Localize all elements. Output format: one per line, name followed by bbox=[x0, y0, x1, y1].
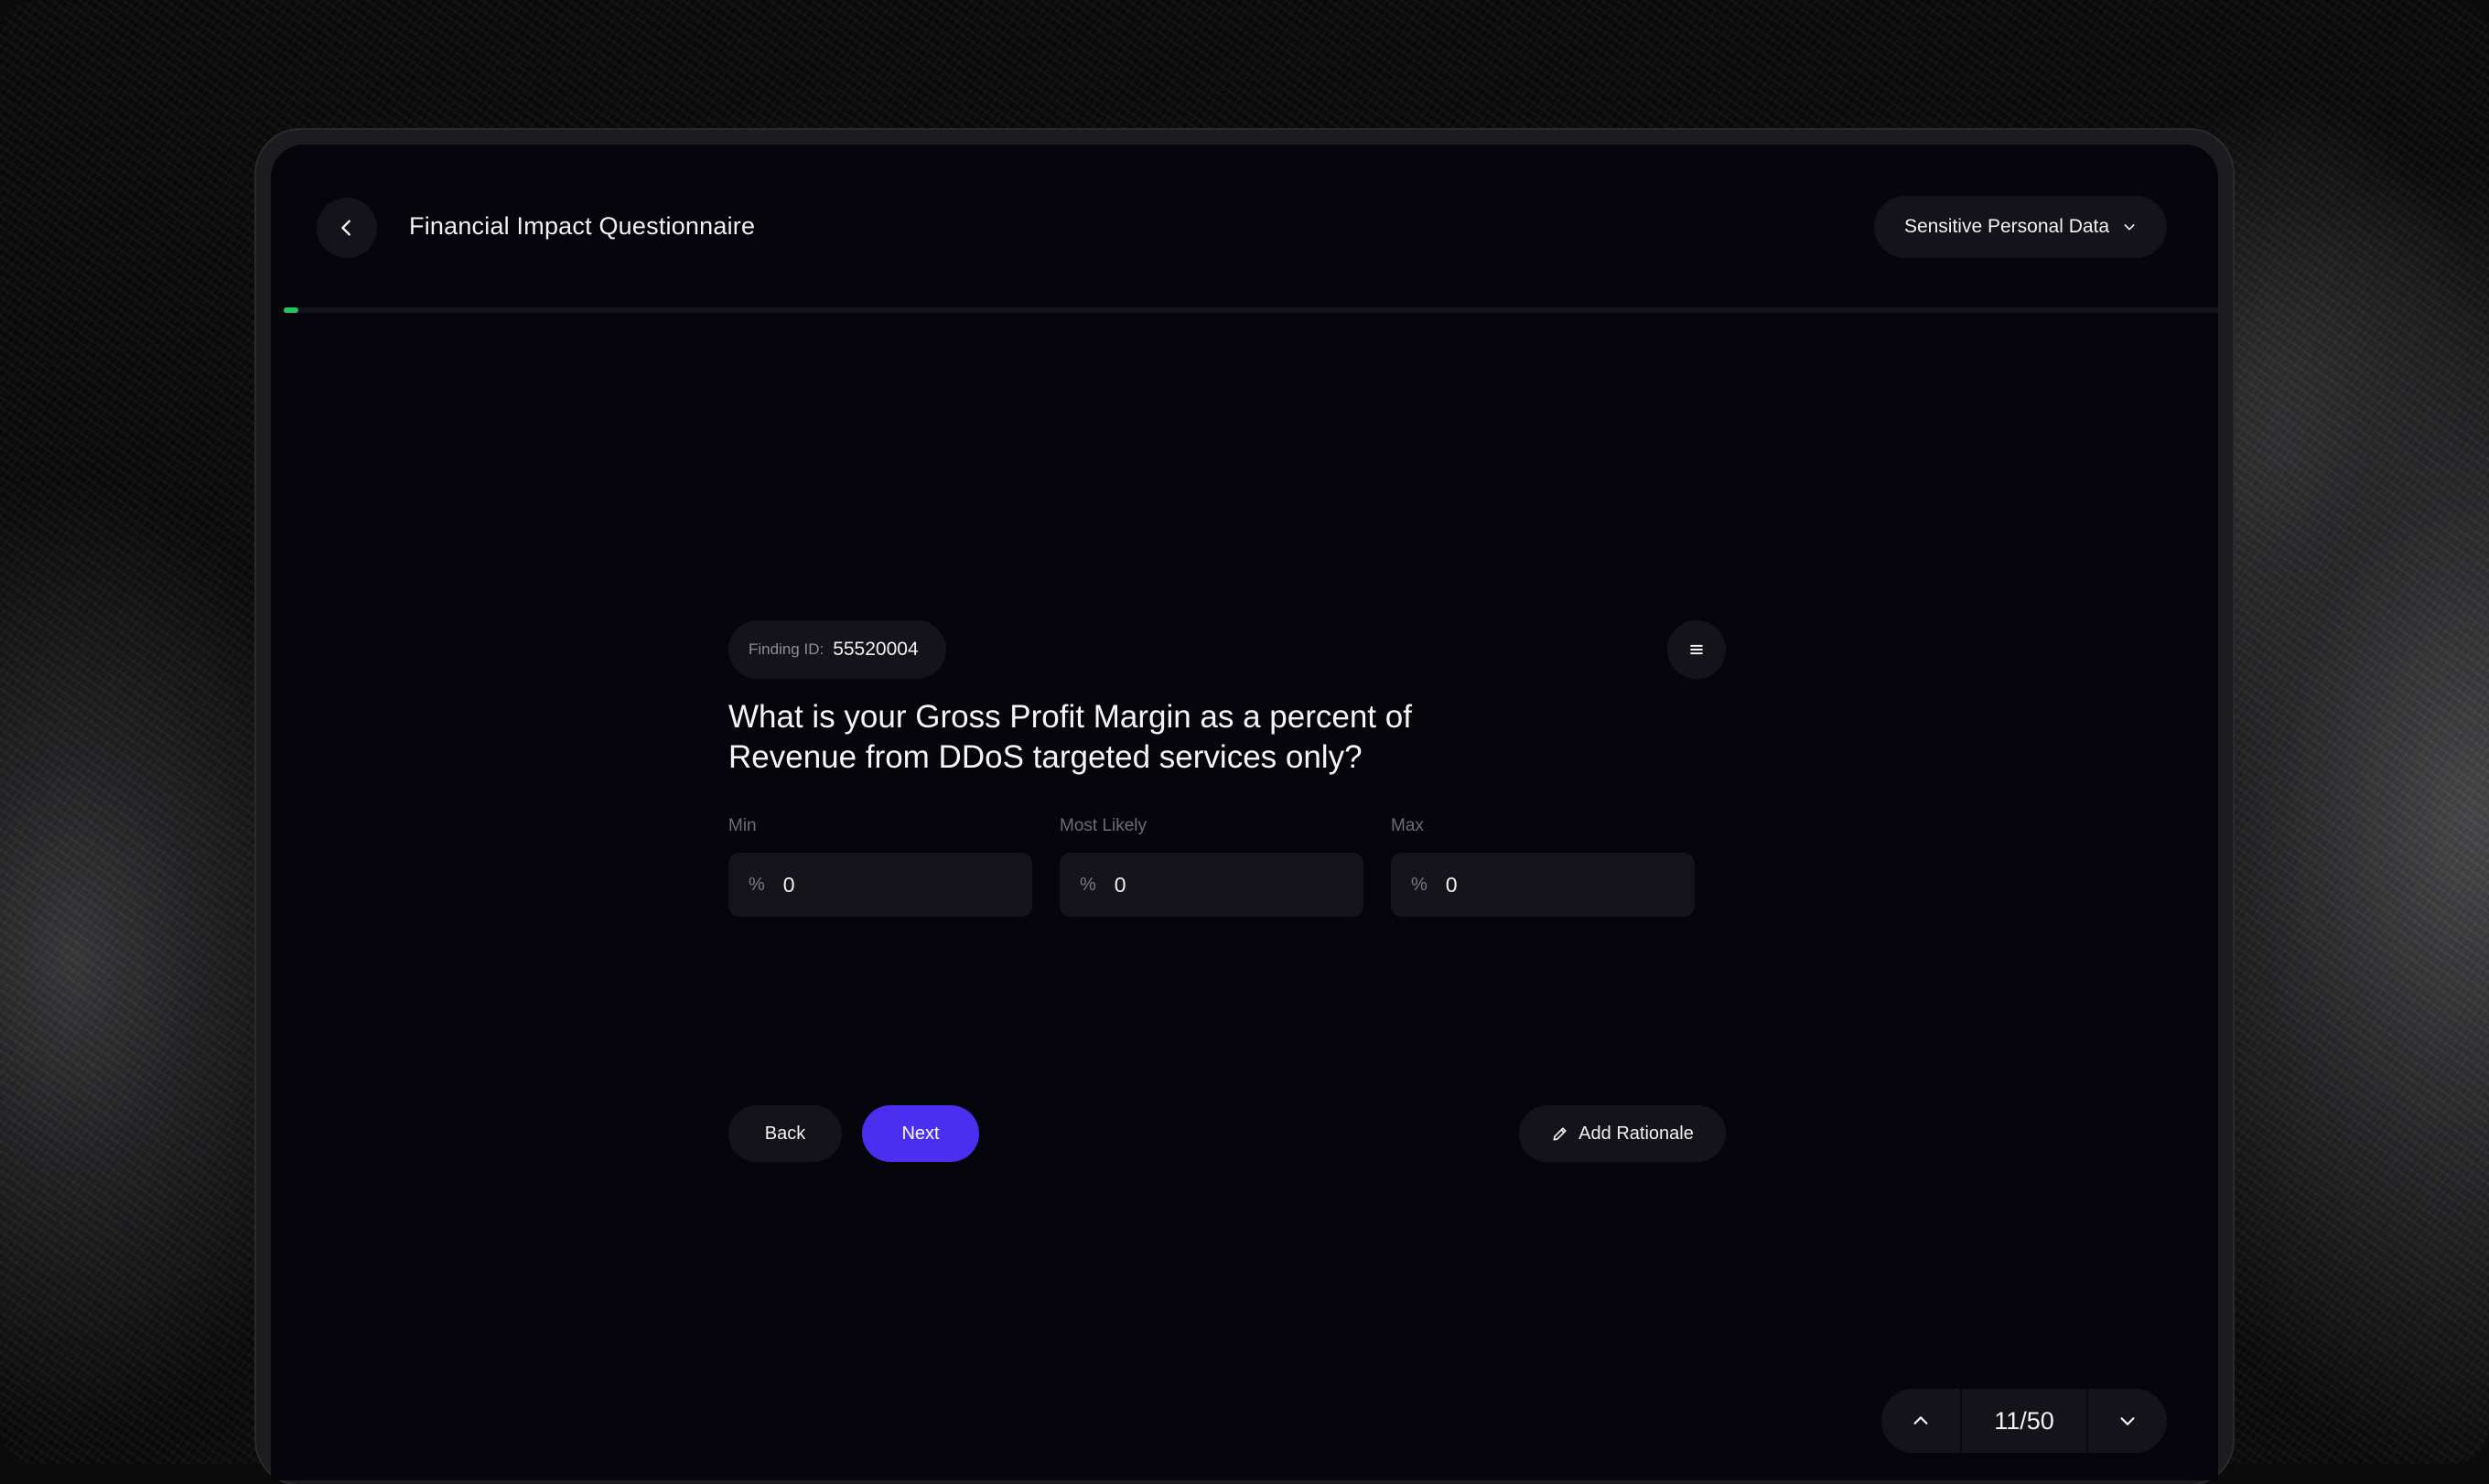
field-value: 0 bbox=[782, 872, 795, 897]
pager-count: 11/50 bbox=[1960, 1389, 2088, 1453]
next-question-button[interactable] bbox=[2088, 1389, 2167, 1453]
field-label: Max bbox=[1391, 816, 1424, 835]
percent-unit: % bbox=[749, 874, 765, 895]
pencil-icon bbox=[1553, 1127, 1567, 1141]
category-dropdown[interactable]: Sensitive Personal Data bbox=[1874, 196, 2167, 258]
app-window: Financial Impact Questionnaire Sensitive… bbox=[271, 145, 2218, 1480]
add-rationale-button[interactable]: Add Rationale bbox=[1519, 1105, 1726, 1162]
question-pager: 11/50 bbox=[1881, 1389, 2167, 1453]
nav-back-button[interactable] bbox=[317, 198, 377, 258]
back-button[interactable]: Back bbox=[728, 1105, 842, 1162]
chevron-down-icon bbox=[2124, 224, 2135, 231]
question-text: What is your Gross Profit Margin as a pe… bbox=[728, 699, 1412, 775]
field-value: 0 bbox=[1114, 872, 1126, 897]
field-min: Min % 0 bbox=[728, 816, 1032, 917]
header: Financial Impact Questionnaire Sensitive… bbox=[271, 145, 2218, 309]
max-input[interactable]: % 0 bbox=[1391, 853, 1695, 917]
chevron-up-icon bbox=[1913, 1416, 1928, 1425]
progress-bar bbox=[284, 307, 2218, 313]
menu-icon bbox=[1690, 644, 1703, 655]
progress-bar-fill bbox=[284, 307, 298, 313]
chevron-down-icon bbox=[2120, 1417, 2135, 1425]
field-most-likely: Most Likely % 0 bbox=[1060, 816, 1363, 917]
question-menu-button[interactable] bbox=[1667, 620, 1726, 679]
page-title: Financial Impact Questionnaire bbox=[409, 212, 756, 240]
next-button[interactable]: Next bbox=[862, 1105, 979, 1162]
category-dropdown-label: Sensitive Personal Data bbox=[1903, 216, 2110, 237]
field-max: Max % 0 bbox=[1391, 816, 1695, 917]
previous-question-button[interactable] bbox=[1881, 1389, 1960, 1453]
percent-unit: % bbox=[1411, 874, 1428, 895]
field-label: Min bbox=[728, 816, 757, 835]
finding-id-badge: Finding ID: 55520004 bbox=[728, 620, 946, 679]
chevron-left-icon bbox=[341, 220, 350, 236]
percent-unit: % bbox=[1080, 874, 1096, 895]
field-label: Most Likely bbox=[1060, 816, 1148, 835]
finding-id-label: Finding ID: bbox=[749, 640, 824, 658]
most-likely-input[interactable]: % 0 bbox=[1060, 853, 1363, 917]
field-value: 0 bbox=[1445, 872, 1458, 897]
finding-id-value: 55520004 bbox=[833, 639, 919, 660]
min-input[interactable]: % 0 bbox=[728, 853, 1032, 917]
add-rationale-label: Add Rationale bbox=[1579, 1123, 1694, 1144]
